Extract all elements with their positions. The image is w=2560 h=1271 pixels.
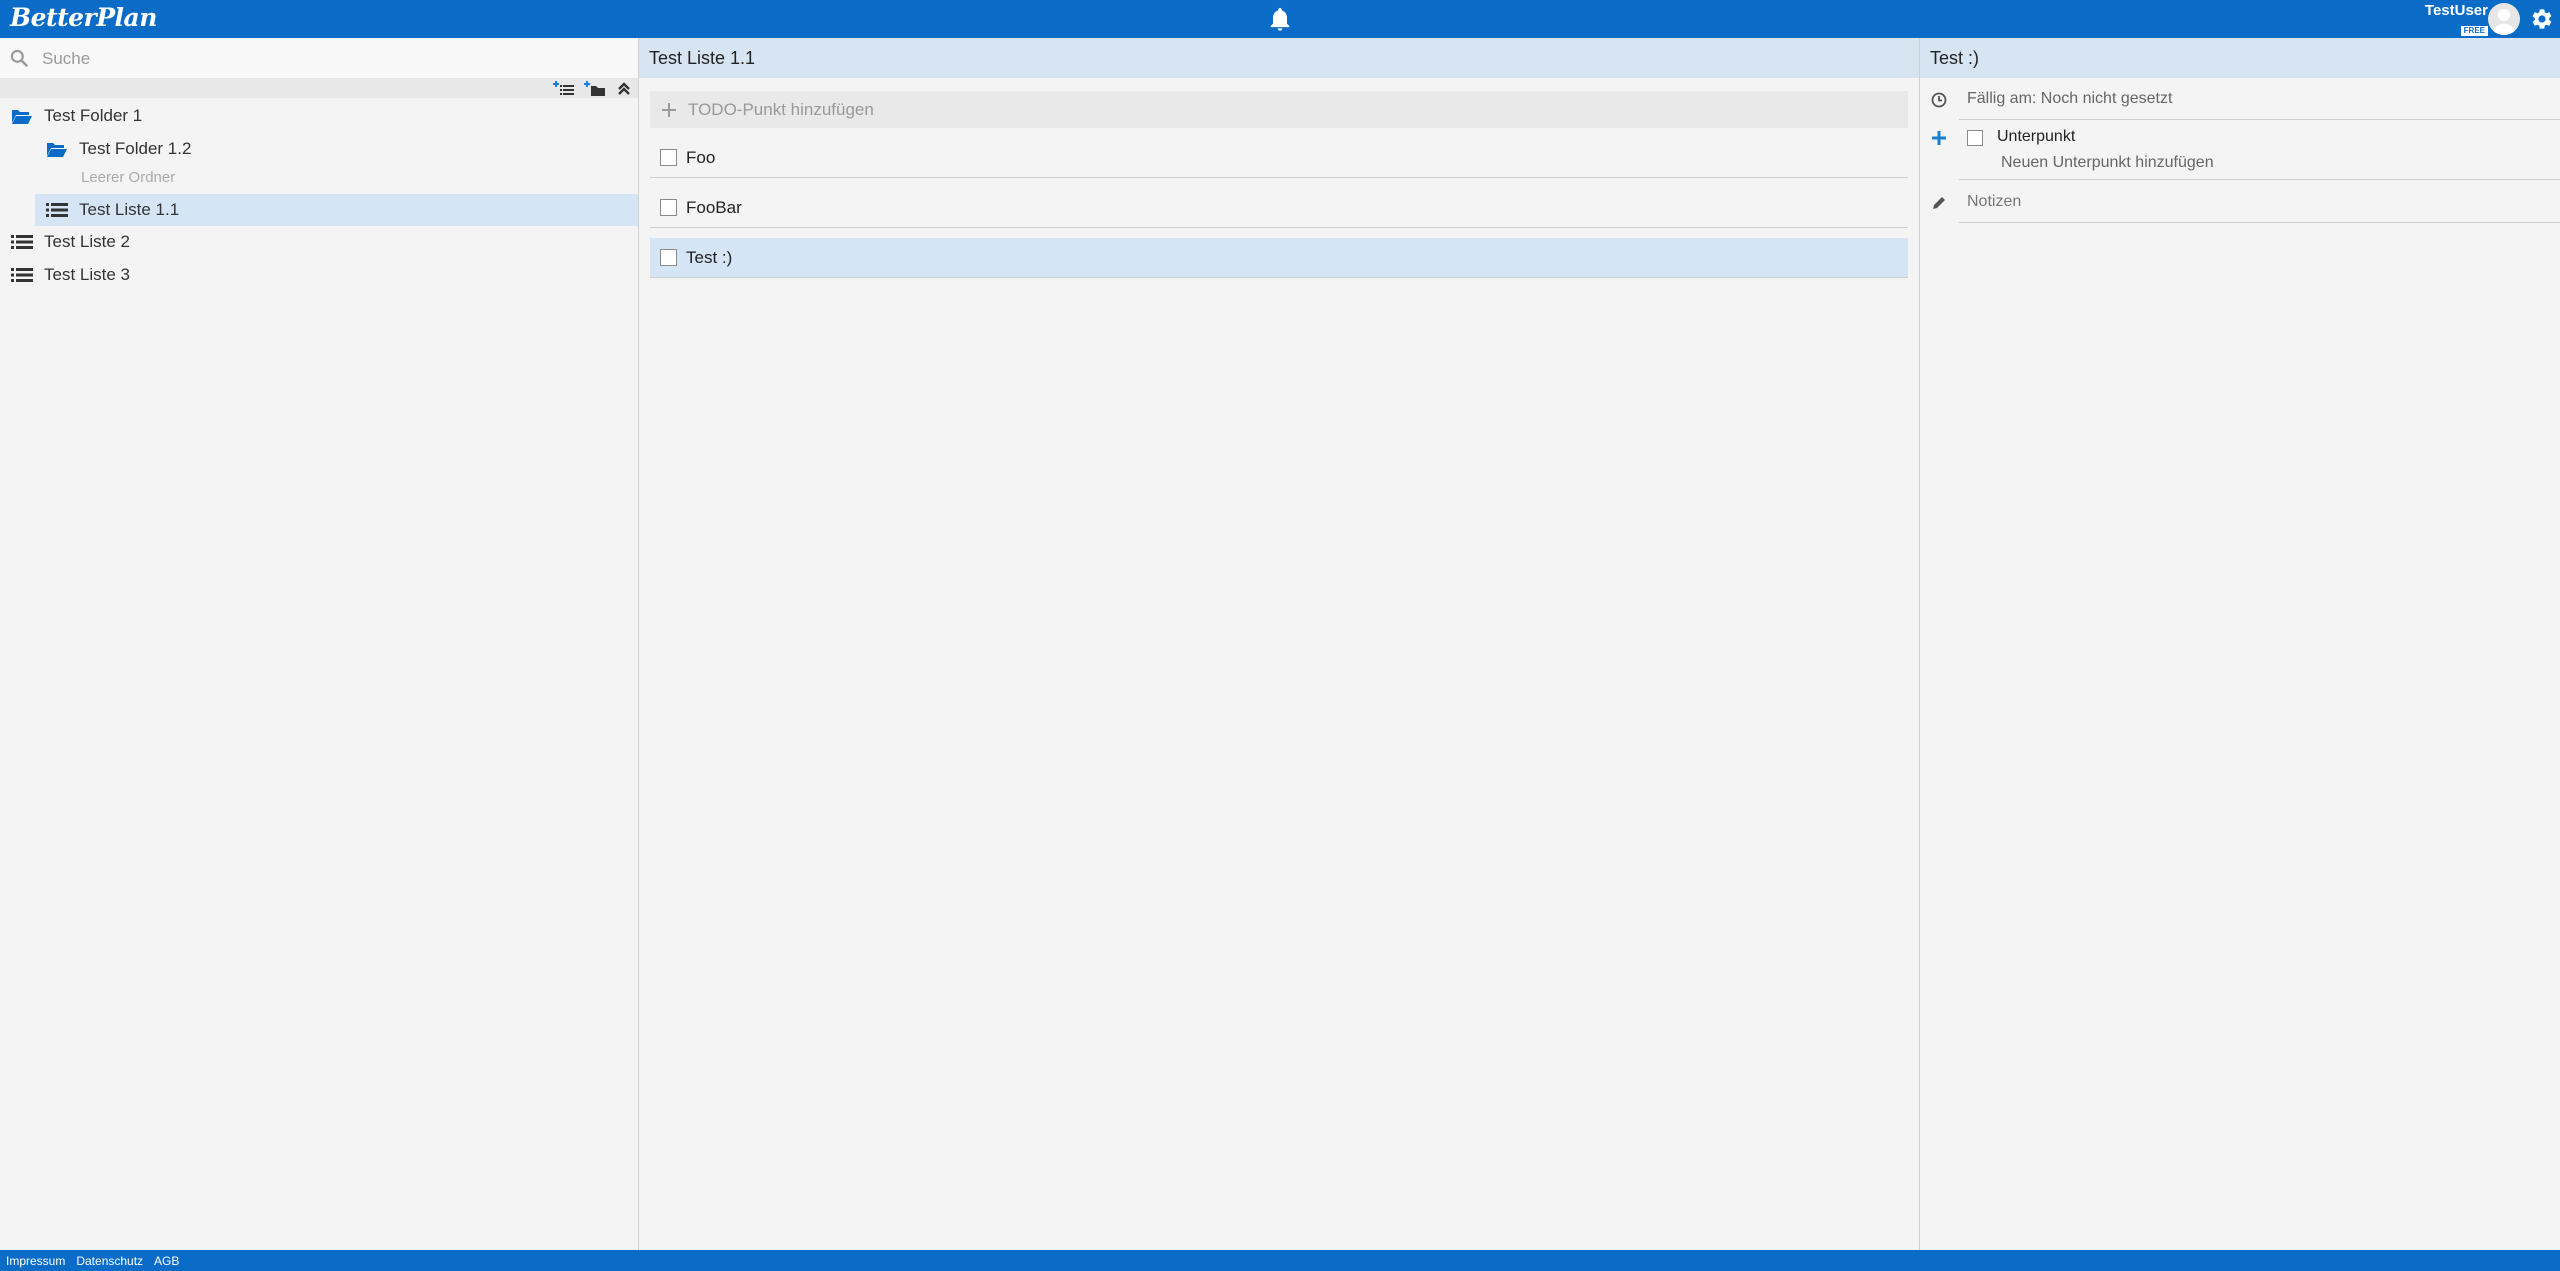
detail-panel: Test :) Fällig am: Noch nicht gesetzt Un… [1920, 38, 2560, 1250]
due-date-text: Fällig am: Noch nicht gesetzt [1967, 90, 2173, 107]
footer-link-impressum[interactable]: Impressum [6, 1254, 65, 1268]
list-panel: Test Liste 1.1 TODO-Punkt hinzufügen Foo… [639, 38, 1920, 1250]
plus-icon [662, 102, 676, 117]
notes-input[interactable]: Notizen [1967, 193, 2021, 211]
todo-item[interactable]: Foo [650, 138, 1908, 178]
folder-open-icon [12, 110, 32, 124]
footer-link-datenschutz[interactable]: Datenschutz [76, 1254, 143, 1268]
search-icon [10, 49, 28, 67]
add-subtask-input[interactable]: Neuen Unterpunkt hinzufügen [2001, 154, 2214, 172]
todo-checkbox[interactable] [660, 249, 677, 266]
subtask-label[interactable]: Unterpunkt [1997, 128, 2075, 146]
plan-badge: FREE [2460, 26, 2488, 36]
footer-link-agb[interactable]: AGB [154, 1254, 179, 1268]
due-date-row[interactable]: Fällig am: Noch nicht gesetzt [1920, 90, 2560, 120]
sidebar: Test Folder 1 Test Folder 1.2 Leerer Ord… [0, 38, 639, 1250]
todo-checkbox[interactable] [660, 149, 677, 166]
todo-label: Foo [686, 147, 716, 167]
empty-folder-note: Leerer Ordner [81, 169, 176, 186]
sidebar-item-test-folder-1[interactable]: Test Folder 1 [0, 100, 638, 132]
user-info[interactable]: TestUser FREE [2425, 2, 2488, 38]
todo-checkbox[interactable] [660, 199, 677, 216]
gear-icon[interactable] [2530, 7, 2554, 31]
pencil-icon [1933, 197, 1945, 209]
search-bar [0, 38, 638, 79]
detail-title: Test :) [1920, 38, 2560, 78]
todo-item[interactable]: Test :) [650, 238, 1908, 278]
plus-icon[interactable] [1930, 129, 1948, 147]
tree-item-label: Test Liste 1.1 [79, 200, 180, 219]
tree-item-label: Test Liste 2 [44, 232, 130, 251]
add-todo-placeholder: TODO-Punkt hinzufügen [688, 99, 874, 119]
todo-label: Test :) [686, 247, 733, 267]
divider [1959, 222, 2560, 223]
sidebar-item-test-liste-3[interactable]: Test Liste 3 [0, 259, 638, 291]
top-bar: BetterPlan TestUser FREE [0, 0, 2560, 38]
divider [1959, 179, 2560, 180]
tree-item-label: Test Folder 1 [44, 106, 143, 125]
footer: Impressum Datenschutz AGB [0, 1250, 2560, 1271]
avatar[interactable] [2488, 3, 2520, 35]
sidebar-item-test-liste-1-1[interactable]: Test Liste 1.1 [35, 194, 638, 226]
add-folder-icon[interactable] [584, 80, 606, 97]
list-icon [11, 235, 33, 249]
tree-item-label: Test Liste 3 [44, 265, 130, 284]
clock-icon [1931, 92, 1947, 108]
search-input[interactable] [40, 46, 624, 72]
username: TestUser [2424, 2, 2488, 19]
sidebar-item-test-liste-2[interactable]: Test Liste 2 [0, 226, 638, 258]
todo-item[interactable]: FooBar [650, 188, 1908, 228]
tree-item-label: Test Folder 1.2 [79, 139, 192, 158]
sidebar-toolbar [0, 78, 638, 98]
list-title: Test Liste 1.1 [639, 38, 1919, 78]
folder-open-icon [47, 143, 67, 157]
collapse-all-icon[interactable] [613, 80, 635, 97]
add-list-icon[interactable] [553, 80, 575, 97]
bell-icon[interactable] [1266, 5, 1294, 33]
list-icon [11, 268, 33, 282]
sidebar-item-test-folder-1-2[interactable]: Test Folder 1.2 [35, 133, 638, 165]
user-silhouette-icon [2492, 9, 2516, 35]
app-logo[interactable]: BetterPlan [10, 3, 157, 32]
todo-label: FooBar [686, 197, 742, 217]
add-todo-input[interactable]: TODO-Punkt hinzufügen [650, 91, 1908, 128]
list-icon [46, 203, 68, 217]
divider [1959, 119, 2560, 120]
subtask-checkbox[interactable] [1967, 130, 1983, 146]
